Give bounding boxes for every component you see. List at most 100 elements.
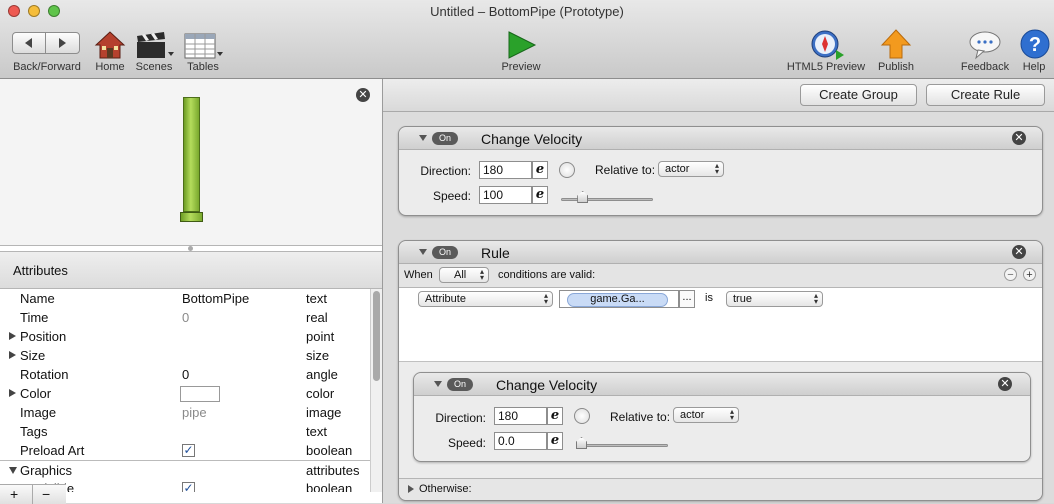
back-forward-button[interactable] (10, 32, 82, 54)
expression-editor-button[interactable]: e (547, 432, 563, 450)
attributes-scrollbar[interactable] (370, 289, 382, 492)
speed-slider-thumb[interactable] (577, 191, 589, 203)
attribute-row[interactable]: Color color (0, 384, 370, 403)
on-toggle[interactable]: On (432, 246, 458, 259)
play-icon (508, 31, 537, 59)
relative-to-select[interactable]: actor ▴ ▾ (658, 161, 724, 177)
direction-dial[interactable] (574, 408, 590, 424)
html5-preview-label: HTML5 Preview (786, 61, 866, 73)
attribute-value[interactable]: pipe (182, 405, 207, 420)
attribute-name: Name (20, 291, 55, 306)
create-rule-button[interactable]: Create Rule (926, 84, 1045, 106)
condition-value-select[interactable]: true ▴ ▾ (726, 291, 823, 307)
feedback-button[interactable] (968, 30, 1002, 60)
remove-attribute-button[interactable]: − (42, 486, 50, 502)
speed-slider[interactable] (576, 444, 668, 447)
attribute-value[interactable]: 0 (182, 367, 189, 382)
disclosure-triangle-icon[interactable] (408, 485, 414, 493)
attribute-browse-button[interactable]: ... (679, 290, 695, 308)
tables-button[interactable] (183, 32, 223, 60)
speed-slider-thumb[interactable] (576, 437, 587, 449)
attribute-row[interactable]: Preload Art ✓ boolean (0, 441, 370, 460)
relative-to-select[interactable]: actor ▴ ▾ (673, 407, 739, 423)
add-attribute-button[interactable]: + (10, 486, 18, 502)
direction-input[interactable]: 180 (479, 161, 532, 179)
attribute-path-field[interactable]: game.Ga... (559, 290, 679, 308)
otherwise-label: Otherwise: (419, 483, 472, 495)
attribute-row[interactable]: Position point (0, 327, 370, 346)
publish-button[interactable] (880, 28, 912, 60)
attribute-value[interactable]: 0 (182, 310, 189, 325)
preview-button[interactable] (505, 30, 537, 60)
html5-preview-button[interactable] (810, 30, 844, 60)
actor-preview: ✕ (0, 79, 382, 246)
expression-editor-button[interactable]: e (532, 186, 548, 204)
when-select[interactable]: All ▴ ▾ (439, 267, 489, 283)
direction-label: Direction: (420, 164, 471, 178)
disclosure-triangle-icon[interactable] (434, 381, 442, 387)
add-condition-icon[interactable]: + (1023, 268, 1036, 281)
condition-type-select[interactable]: Attribute ▴ ▾ (418, 291, 553, 307)
expression-editor-button[interactable]: e (532, 161, 548, 179)
speed-input[interactable]: 100 (479, 186, 532, 204)
attribute-row[interactable]: Tags text (0, 422, 370, 441)
direction-dial[interactable] (559, 162, 575, 178)
disclosure-triangle-icon[interactable] (9, 351, 16, 359)
attribute-row[interactable]: Image pipe image (0, 403, 370, 422)
actor-inspector-pane: ✕ Attributes Name BottomPipe text Time 0 real… (0, 79, 383, 504)
attribute-row[interactable]: Graphics attributes (0, 460, 370, 480)
attribute-row[interactable]: Size size (0, 346, 370, 365)
expression-editor-button[interactable]: e (547, 407, 563, 425)
on-toggle[interactable]: On (447, 378, 473, 391)
close-rule-icon[interactable]: ✕ (1012, 245, 1026, 259)
color-swatch[interactable] (180, 386, 220, 402)
close-preview-icon[interactable]: ✕ (356, 88, 370, 102)
attribute-add-remove-bar: + − (0, 484, 66, 504)
attribute-value[interactable]: BottomPipe (182, 291, 249, 306)
disclosure-triangle-icon[interactable] (419, 135, 427, 141)
attribute-name: Image (20, 405, 57, 420)
help-button[interactable]: ? (1020, 29, 1050, 59)
speed-slider[interactable] (561, 198, 653, 201)
speed-label: Speed: (432, 189, 471, 203)
behavior-title: Change Velocity (496, 377, 598, 393)
attribute-name: Time (20, 310, 49, 325)
home-icon (94, 31, 126, 59)
attribute-name: Color (20, 386, 52, 401)
select-arrows-icon: ▴ ▾ (714, 161, 719, 176)
attribute-row[interactable]: Name BottomPipe text (0, 289, 370, 308)
close-behavior-icon[interactable]: ✕ (1012, 131, 1026, 145)
scrollbar-thumb[interactable] (373, 291, 380, 381)
direction-input[interactable]: 180 (494, 407, 547, 425)
disclosure-triangle-icon[interactable] (9, 332, 16, 340)
change-velocity-behavior: On Change Velocity ✕ Direction: 180 e Re… (398, 126, 1043, 216)
close-behavior-icon[interactable]: ✕ (998, 377, 1012, 391)
on-toggle[interactable]: On (432, 132, 458, 145)
disclosure-triangle-icon[interactable] (9, 467, 17, 474)
speed-input[interactable]: 0.0 (494, 432, 547, 450)
attribute-name: Tags (20, 424, 48, 439)
attribute-row[interactable]: Time 0 real (0, 308, 370, 327)
checkbox-checked-icon[interactable]: ✓ (182, 482, 195, 492)
rule-behavior: On Rule ✕ When All ▴ ▾ conditions are val… (398, 240, 1043, 501)
disclosure-triangle-icon[interactable] (419, 249, 427, 255)
checkbox-checked-icon[interactable]: ✓ (182, 444, 195, 457)
back-arrow-icon (25, 38, 32, 48)
condition-type-value: Attribute (425, 293, 466, 305)
attribute-type: boolean (306, 481, 353, 492)
attribute-type: color (306, 386, 335, 401)
publish-label: Publish (877, 61, 915, 73)
otherwise-section[interactable]: Otherwise: (399, 478, 1042, 500)
select-arrows-icon: ▴ ▾ (813, 291, 818, 306)
disclosure-triangle-icon[interactable] (9, 389, 16, 397)
scenes-button[interactable] (134, 30, 174, 60)
attribute-token[interactable]: game.Ga... (567, 293, 668, 307)
upload-arrow-icon (880, 29, 912, 59)
attribute-row[interactable]: Rotation 0 angle (0, 365, 370, 384)
create-group-button[interactable]: Create Group (800, 84, 917, 106)
home-button[interactable] (94, 30, 126, 60)
attribute-type: attributes (306, 463, 360, 478)
condition-area: Attribute ▴ ▾ game.Ga... ... is true ▴ ▾ (399, 288, 1042, 362)
remove-condition-icon[interactable]: − (1004, 268, 1017, 281)
speed-label: Speed: (447, 436, 486, 450)
